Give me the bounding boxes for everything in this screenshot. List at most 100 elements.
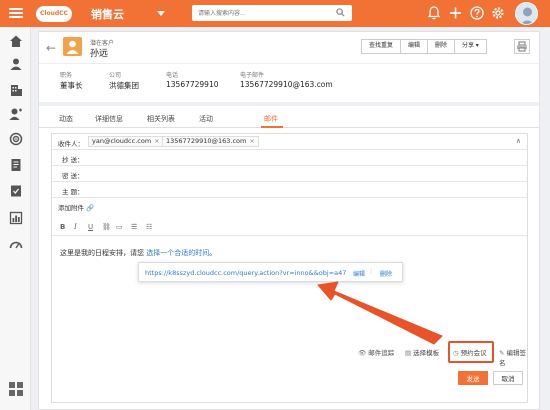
bullet-list-icon[interactable]: ☰ [131, 223, 137, 231]
building-icon[interactable] [9, 83, 23, 97]
global-search-input[interactable] [192, 5, 352, 21]
edit-button[interactable]: 编辑 [400, 39, 429, 54]
eye-icon: 👁 [358, 349, 367, 357]
tab-details[interactable]: 详细信息 [95, 114, 123, 124]
record-tabs: 动态 详细信息 相关列表 活动 邮件 [39, 110, 539, 128]
print-button[interactable] [514, 39, 530, 54]
target-icon[interactable] [9, 132, 23, 146]
subject-row[interactable]: 主 题： [52, 182, 527, 198]
active-tab-indicator [261, 126, 283, 128]
record-header: ← 潜在客户 孙远 查找重复 编辑 删除 分享 ▾ [39, 32, 539, 64]
image-icon[interactable]: ▭ [116, 223, 123, 231]
lead-icon[interactable] [9, 57, 23, 71]
search-icon[interactable] [336, 8, 345, 17]
help-icon[interactable] [470, 6, 484, 20]
body-text-suffix: 。 [209, 249, 217, 257]
cc-row[interactable]: 抄 送： [52, 150, 527, 166]
field-value-email[interactable]: 13567729910@163.com [240, 80, 333, 89]
remove-recipient-icon[interactable]: × [249, 137, 254, 145]
link-popover: https://k8sszyd.cloudcc.com/query.action… [138, 262, 403, 282]
pen-icon: ✎ [499, 349, 505, 357]
recipient-address: yan@cloudcc.com [92, 137, 152, 145]
send-button[interactable]: 发送 [458, 371, 488, 385]
home-icon[interactable] [9, 34, 23, 48]
add-attachment-link[interactable]: 添加附件 🔗 [58, 202, 94, 212]
paperclip-icon: 🔗 [86, 204, 95, 212]
user-avatar[interactable] [515, 2, 538, 25]
attachment-row: 添加附件 🔗 [52, 198, 527, 220]
field-label-email: 电子邮件 [240, 72, 265, 79]
top-bar: CloudCC 销售云 [0, 0, 550, 27]
tab-email[interactable]: 邮件 [264, 114, 278, 124]
to-label: 收件人： [58, 140, 84, 148]
cloudcc-logo: CloudCC [36, 6, 72, 22]
recipient-chip[interactable]: 13567729910@163.com × [162, 136, 259, 147]
italic-icon[interactable]: I [74, 223, 77, 231]
tab-related[interactable]: 相关列表 [147, 114, 175, 124]
app-launcher-icon[interactable] [8, 381, 24, 397]
to-row: 收件人： yan@cloudcc.com × 13567729910@163.co… [52, 134, 527, 150]
template-icon: ▤ [405, 349, 412, 357]
highlight-fields: 职务 董事长 公司 洪德集团 电话 13567729910 电子邮件 13567… [39, 68, 539, 98]
field-value-title: 董事长 [60, 81, 83, 90]
popover-divider: | [370, 268, 373, 275]
add-attachment-label: 添加附件 [58, 204, 84, 212]
bcc-row[interactable]: 密 送： [52, 166, 527, 182]
cancel-button[interactable]: 取消 [493, 371, 523, 385]
edit-link-button[interactable]: 编辑 [353, 269, 365, 278]
schedule-link[interactable]: 选择一个合适的时间 [146, 249, 209, 257]
remove-recipient-icon[interactable]: × [154, 137, 159, 145]
select-template-label: 选择模板 [413, 349, 440, 357]
field-value-phone: 13567729910 [166, 80, 219, 89]
task-icon[interactable] [9, 184, 23, 198]
recipient-address: 13567729910@163.com [166, 137, 247, 145]
bold-icon[interactable]: B [60, 223, 65, 231]
link-url[interactable]: https://k8sszyd.cloudcc.com/query.action… [145, 269, 346, 277]
printer-icon [517, 41, 527, 52]
recipient-chip[interactable]: yan@cloudcc.com × [88, 136, 164, 147]
add-icon[interactable] [449, 6, 462, 20]
contact-icon[interactable] [9, 107, 23, 121]
menu-icon[interactable] [9, 6, 23, 20]
link-icon[interactable]: ⛓ [102, 223, 111, 231]
find-duplicates-button[interactable]: 查找重复 [361, 39, 402, 54]
cc-label: 抄 送： [62, 156, 84, 164]
dashboard-icon[interactable] [9, 238, 23, 252]
select-template-button[interactable]: ▤ 选择模板 [405, 347, 439, 357]
record-name: 孙远 [90, 49, 109, 59]
document-icon[interactable] [9, 158, 23, 172]
email-tracking-label: 邮件追踪 [368, 349, 395, 357]
record-action-buttons: 查找重复 编辑 删除 分享 ▾ [361, 39, 487, 54]
tab-activity[interactable]: 活动 [199, 114, 213, 124]
record-card: ← 潜在客户 孙远 查找重复 编辑 删除 分享 ▾ 职务 董事长 公司 洪德集团… [38, 31, 540, 410]
numbered-list-icon[interactable]: ☷ [146, 223, 152, 231]
bell-icon[interactable] [428, 6, 440, 20]
tab-feed[interactable]: 动态 [59, 114, 73, 124]
body-text-prefix: 这里是我的日程安排，请您 [60, 249, 147, 257]
field-label-company: 公司 [109, 72, 122, 79]
edit-signature-button[interactable]: ✎ 编辑签名 [499, 347, 527, 367]
delete-button[interactable]: 删除 [427, 39, 456, 54]
email-actions: 发送 取消 [52, 366, 527, 390]
left-nav-rail [0, 27, 31, 410]
bcc-label: 密 送： [62, 172, 84, 180]
report-icon[interactable] [9, 211, 23, 225]
field-value-company: 洪德集团 [109, 81, 139, 90]
share-button[interactable]: 分享 ▾ [454, 39, 487, 54]
lead-record-icon [63, 37, 82, 56]
email-composer: 收件人： yan@cloudcc.com × 13567729910@163.co… [51, 133, 528, 403]
section-divider [39, 102, 539, 106]
gear-icon[interactable] [491, 6, 505, 20]
app-name[interactable]: 销售云 [91, 6, 124, 22]
app-switch-chevron-icon[interactable] [157, 11, 165, 16]
remove-link-button[interactable]: 删除 [380, 269, 392, 278]
email-tracking-button[interactable]: 👁 邮件追踪 [358, 347, 394, 357]
underline-icon[interactable]: U [88, 223, 93, 231]
email-body[interactable]: 这里是我的日程安排，请您 选择一个合适的时间。 [60, 248, 216, 258]
rich-text-toolbar: B I U ⛓ ▭ ☰ ☷ [52, 220, 527, 236]
field-label-phone: 电话 [166, 72, 179, 79]
subject-label: 主 题： [62, 188, 84, 196]
back-arrow-icon[interactable]: ← [46, 41, 56, 55]
field-label-title: 职务 [60, 72, 73, 79]
collapse-chevron-up-icon[interactable]: ∧ [516, 137, 521, 145]
